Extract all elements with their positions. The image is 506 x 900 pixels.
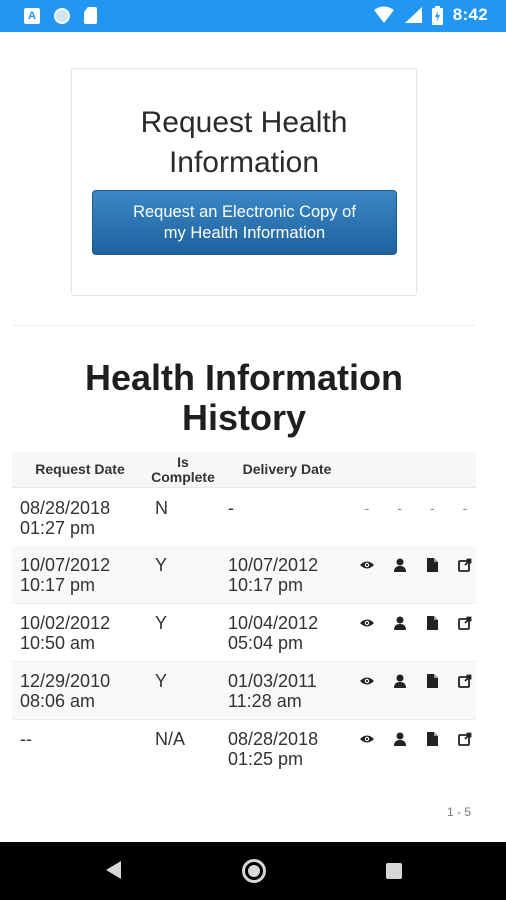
- eye-icon[interactable]: [360, 558, 374, 572]
- table-row[interactable]: -- N/A 08/28/2018 01:25 pm: [12, 720, 476, 778]
- document-icon[interactable]: [425, 732, 439, 746]
- request-button-label-line2: my Health Information: [163, 224, 326, 242]
- column-delivery-date[interactable]: Delivery Date: [228, 462, 346, 477]
- a-notification-icon: A: [24, 7, 40, 24]
- request-button-label-line1: Request an Electronic Copy of: [133, 203, 356, 221]
- request-time: 01:27 pm: [20, 518, 96, 538]
- document-icon[interactable]: [425, 558, 439, 572]
- delivery-date-cell: 08/28/2018 01:25 pm: [228, 729, 358, 769]
- delivery-time: 05:04 pm: [228, 633, 304, 653]
- table-row[interactable]: 08/28/2018 01:27 pm N - - - - -: [12, 489, 476, 547]
- delivery-date: 10/07/2012: [228, 555, 319, 575]
- request-time: 10:50 am: [20, 633, 96, 653]
- delivery-date: 10/04/2012: [228, 613, 319, 633]
- history-table-header: Request Date Is Complete Delivery Date: [12, 452, 476, 488]
- system-icons: 8:42: [373, 5, 488, 25]
- column-is-complete[interactable]: Is Complete: [142, 455, 224, 485]
- table-row[interactable]: 10/07/2012 10:17 pm Y 10/07/2012 10:17 pm: [12, 546, 476, 604]
- request-electronic-copy-button[interactable]: Request an Electronic Copy of my Health …: [92, 190, 397, 255]
- column-is-complete-line2: Complete: [151, 469, 215, 485]
- history-title-line2: History: [181, 397, 307, 438]
- is-complete-cell: Y: [155, 671, 168, 691]
- back-icon[interactable]: [106, 861, 121, 879]
- sd-card-icon: [84, 7, 97, 24]
- document-icon[interactable]: [425, 674, 439, 688]
- row-actions: [360, 558, 472, 572]
- request-date: 08/28/2018: [20, 498, 111, 518]
- history-title-line1: Health Information: [84, 357, 403, 398]
- person-icon[interactable]: [393, 616, 407, 630]
- table-row[interactable]: 12/29/2010 08:06 am Y 01/03/2011 11:28 am: [12, 662, 476, 720]
- request-card: Request Health Information Request an El…: [71, 68, 417, 296]
- eye-icon[interactable]: [360, 616, 374, 630]
- row-actions: [360, 616, 472, 630]
- wifi-icon: [373, 6, 394, 23]
- request-date: 12/29/2010: [20, 671, 111, 691]
- request-date-cell: 10/02/2012 10:50 am: [20, 613, 144, 653]
- person-icon[interactable]: [393, 674, 407, 688]
- delivery-date-cell: 10/07/2012 10:17 pm: [228, 555, 358, 595]
- eye-icon[interactable]: [360, 732, 374, 746]
- row-actions: ----: [360, 501, 472, 515]
- signal-icon: [404, 7, 422, 23]
- request-date-cell: --: [20, 729, 144, 749]
- is-complete-cell: N: [155, 498, 168, 518]
- table-row[interactable]: 10/02/2012 10:50 am Y 10/04/2012 05:04 pm: [12, 604, 476, 662]
- is-complete-cell: Y: [155, 613, 168, 633]
- request-date-cell: 12/29/2010 08:06 am: [20, 671, 144, 711]
- delivery-time: 11:28 am: [228, 691, 302, 711]
- column-is-complete-line1: Is: [177, 454, 189, 470]
- battery-icon: [431, 5, 443, 25]
- home-icon[interactable]: [242, 859, 266, 883]
- delivery-date-cell: -: [228, 498, 358, 518]
- section-divider: [12, 325, 476, 326]
- is-complete-cell: Y: [155, 555, 168, 575]
- document-icon[interactable]: [425, 616, 439, 630]
- delivery-date-cell: 10/04/2012 05:04 pm: [228, 613, 358, 653]
- circle-notification-icon: [54, 7, 70, 24]
- share-icon[interactable]: [458, 558, 472, 572]
- delivery-date-cell: 01/03/2011 11:28 am: [228, 671, 358, 711]
- request-date-cell: 08/28/2018 01:27 pm: [20, 498, 144, 538]
- request-date: --: [20, 729, 32, 749]
- recent-apps-icon[interactable]: [386, 863, 402, 879]
- clock: 8:42: [452, 5, 488, 24]
- share-icon[interactable]: [458, 674, 472, 688]
- eye-icon[interactable]: [360, 674, 374, 688]
- delivery-date: -: [228, 498, 234, 518]
- delivery-date: 01/03/2011: [228, 671, 317, 691]
- request-time: 08:06 am: [20, 691, 96, 711]
- share-icon[interactable]: [458, 732, 472, 746]
- request-date: 10/02/2012: [20, 613, 111, 633]
- share-icon[interactable]: [458, 616, 472, 630]
- empty-action-dash: -: [429, 500, 435, 516]
- request-card-title: Request Health Information: [140, 106, 348, 179]
- row-actions: [360, 674, 472, 688]
- request-date-cell: 10/07/2012 10:17 pm: [20, 555, 144, 595]
- is-complete-cell: N/A: [155, 729, 186, 749]
- empty-action-dash: -: [364, 500, 370, 516]
- delivery-time: 10:17 pm: [228, 575, 304, 595]
- empty-action-dash: -: [397, 500, 402, 516]
- request-time: 10:17 pm: [20, 575, 96, 595]
- column-request-date[interactable]: Request Date: [20, 462, 140, 477]
- history-title: Health Information History: [12, 358, 476, 438]
- notification-icons: A: [24, 7, 97, 24]
- request-date: 10/07/2012: [20, 555, 111, 575]
- empty-action-dash: -: [462, 500, 468, 516]
- person-icon[interactable]: [393, 732, 407, 746]
- person-icon[interactable]: [393, 558, 407, 572]
- pager: 1 - 5: [446, 805, 471, 819]
- delivery-time: 01:25 pm: [228, 749, 304, 769]
- navigation-bar: [0, 842, 506, 900]
- row-actions: [360, 732, 472, 746]
- delivery-date: 08/28/2018: [228, 729, 319, 749]
- status-bar: A 8:42: [0, 0, 506, 32]
